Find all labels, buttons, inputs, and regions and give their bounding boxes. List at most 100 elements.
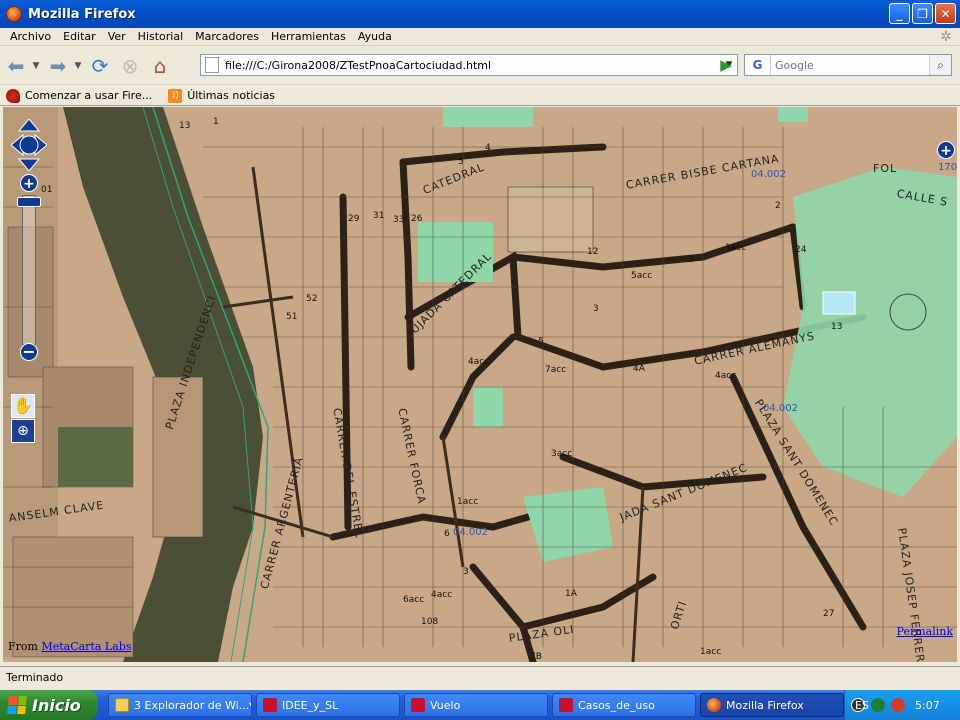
status-text: Terminado xyxy=(6,671,64,684)
tray-network-icon[interactable] xyxy=(871,698,885,712)
cadastral-code: 04.002 xyxy=(763,403,798,414)
map-canvas[interactable] xyxy=(3,107,957,662)
url-text[interactable]: file:///C:/Girona2008/ZTestPnoaCartociud… xyxy=(225,59,491,72)
menu-herramientas[interactable]: Herramientas xyxy=(265,30,352,43)
parcel-number: 13 xyxy=(179,121,191,131)
search-bar[interactable]: G ⌕ xyxy=(744,54,952,76)
street-label: FOL xyxy=(873,162,898,175)
forward-arrow-icon[interactable]: ➡ xyxy=(44,52,72,80)
title-bar[interactable]: Mozilla Firefox _ ❐ ✕ xyxy=(0,0,960,28)
parcel-number: 4acc xyxy=(468,357,490,367)
menu-historial[interactable]: Historial xyxy=(132,30,189,43)
attribution-link[interactable]: MetaCarta Labs xyxy=(41,640,131,653)
browser-window: Mozilla Firefox _ ❐ ✕ Archivo Editar Ver… xyxy=(0,0,960,720)
firefox-icon xyxy=(707,698,721,712)
status-bar: Terminado xyxy=(0,666,960,688)
window-title: Mozilla Firefox xyxy=(28,6,136,22)
parcel-number: 3acc xyxy=(551,449,573,459)
map-viewport[interactable]: CATEDRAL CARRER BISBE CARTANA UJADA CATEDR… xyxy=(3,107,957,662)
window-controls: _ ❐ ✕ xyxy=(889,3,956,24)
menu-editar[interactable]: Editar xyxy=(57,30,102,43)
parcel-number: 7B xyxy=(530,652,542,662)
minimize-button[interactable]: _ xyxy=(889,3,910,24)
parcel-number: 51 xyxy=(286,312,298,322)
parcel-number: 13 xyxy=(831,322,843,332)
permalink-link[interactable]: Permalink xyxy=(897,625,953,638)
parcel-number: 6 xyxy=(444,529,450,539)
stop-icon[interactable]: ⊗ xyxy=(116,52,144,80)
task-casos-de-uso[interactable]: Casos_de_uso xyxy=(552,693,696,717)
parcel-number: 5acc xyxy=(631,271,653,281)
navigation-toolbar: ⬅ ▼ ➡ ▼ ⟳ ⊗ ⌂ file:///C:/Girona2008/ZTes… xyxy=(0,47,960,85)
google-engine-icon[interactable]: G xyxy=(745,55,771,75)
back-arrow-icon[interactable]: ⬅ xyxy=(2,52,30,80)
parcel-number: 4A xyxy=(633,364,645,374)
task-label: IDEE_y_SL xyxy=(282,698,339,712)
parcel-number: 4 xyxy=(485,143,491,153)
parcel-number: 3 xyxy=(593,304,599,314)
address-bar[interactable]: file:///C:/Girona2008/ZTestPnoaCartociud… xyxy=(200,54,738,76)
throbber-icon: ✲ xyxy=(940,29,952,45)
parcel-number: 01 xyxy=(41,185,53,195)
go-arrow-icon[interactable]: ▶ xyxy=(716,56,736,74)
pan-hand-icon[interactable]: ✋ xyxy=(11,394,35,418)
bookmark-label: Últimas noticias xyxy=(187,89,276,102)
start-button[interactable]: Inicio xyxy=(0,690,98,720)
zoom-slider-handle[interactable] xyxy=(17,197,41,207)
layer-switcher-button[interactable]: + xyxy=(937,141,955,159)
clock[interactable]: 5:07 xyxy=(915,699,940,712)
windows-logo-icon xyxy=(7,696,27,714)
group-arrow-icon: ▼ xyxy=(249,701,251,710)
parcel-number: 3 xyxy=(463,567,469,577)
task-label: Casos_de_uso xyxy=(578,698,655,712)
menu-archivo[interactable]: Archivo xyxy=(4,30,57,43)
bookmark-getting-started[interactable]: Comenzar a usar Fire... xyxy=(6,88,152,103)
bookmark-latest-news[interactable]: )) Últimas noticias xyxy=(168,88,276,103)
start-label: Inicio xyxy=(32,695,81,715)
parcel-number: 33 xyxy=(393,215,405,225)
folder-icon xyxy=(115,698,129,712)
cadastral-code: 04.002 xyxy=(751,169,786,180)
forward-history-dropdown-icon[interactable]: ▼ xyxy=(72,52,84,80)
menu-bar: Archivo Editar Ver Historial Marcadores … xyxy=(0,28,960,46)
tray-security-icon[interactable] xyxy=(891,698,905,712)
reload-icon[interactable]: ⟳ xyxy=(86,52,114,80)
task-explorer[interactable]: 3 Explorador de Wi... ▼ xyxy=(108,693,252,717)
language-indicator[interactable]: ES xyxy=(855,699,869,712)
menu-marcadores[interactable]: Marcadores xyxy=(189,30,265,43)
task-idee[interactable]: IDEE_y_SL xyxy=(256,693,400,717)
parcel-number: 27 xyxy=(823,609,835,619)
zoom-box-icon[interactable]: ⊕ xyxy=(11,419,35,443)
search-magnifier-icon[interactable]: ⌕ xyxy=(929,55,951,75)
task-label: Vuelo xyxy=(430,698,461,712)
parcel-number: 3 xyxy=(688,479,694,489)
cadastral-code: 170 xyxy=(938,162,957,173)
parcel-number: 4acc xyxy=(431,590,453,600)
parcel-number: 3 xyxy=(688,255,694,265)
pan-control[interactable] xyxy=(11,119,47,171)
menu-ayuda[interactable]: Ayuda xyxy=(352,30,398,43)
task-firefox[interactable]: Mozilla Firefox xyxy=(700,693,844,717)
parcel-number: 52 xyxy=(306,294,318,304)
pdf-icon xyxy=(411,698,425,712)
taskbar: Inicio 3 Explorador de Wi... ▼ IDEE_y_SL… xyxy=(0,690,960,720)
parcel-number: 6acc xyxy=(403,595,425,605)
close-button[interactable]: ✕ xyxy=(935,3,956,24)
pdf-icon xyxy=(263,698,277,712)
parcel-number: 1 xyxy=(213,117,219,127)
back-history-dropdown-icon[interactable]: ▼ xyxy=(30,52,42,80)
cadastral-code: 04.002 xyxy=(453,527,488,538)
menu-ver[interactable]: Ver xyxy=(102,30,132,43)
home-icon[interactable]: ⌂ xyxy=(146,52,174,80)
search-input[interactable] xyxy=(775,58,925,72)
parcel-number: 1acc xyxy=(700,647,722,657)
maximize-button[interactable]: ❐ xyxy=(912,3,933,24)
zoom-in-button[interactable]: + xyxy=(20,174,38,192)
parcel-number: 26 xyxy=(411,214,423,224)
zoom-out-button[interactable]: − xyxy=(20,343,38,361)
map-attribution: From MetaCarta Labs xyxy=(8,640,131,653)
parcel-number: 108 xyxy=(421,617,439,627)
zoom-bar[interactable] xyxy=(22,195,36,345)
task-vuelo[interactable]: Vuelo xyxy=(404,693,548,717)
firefox-icon xyxy=(6,6,22,22)
